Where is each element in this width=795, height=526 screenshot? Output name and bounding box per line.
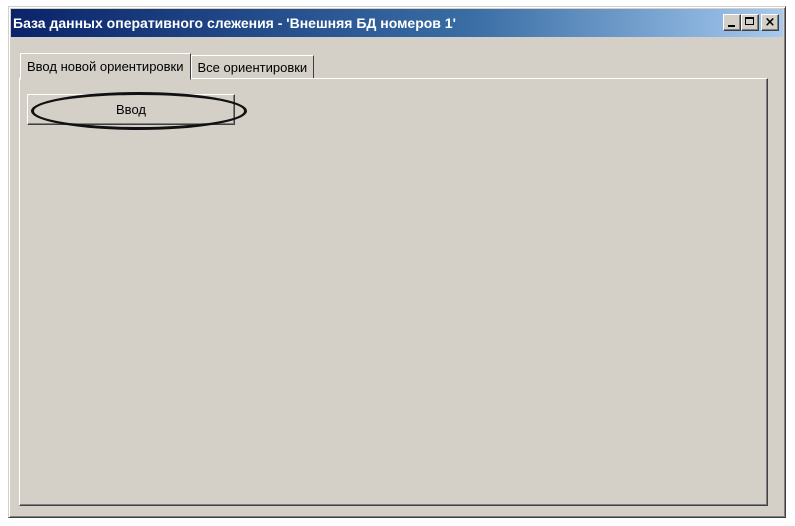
title-bar[interactable]: База данных оперативного слежения - 'Вне… [11,9,783,37]
tab-strip: Ввод новой ориентировки Все ориентировки [20,52,315,80]
maximize-icon [745,17,754,25]
tab-new-alert[interactable]: Ввод новой ориентировки [20,53,191,80]
minimize-button[interactable] [723,14,741,31]
enter-button[interactable]: Ввод [27,94,235,125]
tab-label: Ввод новой ориентировки [27,59,184,74]
close-button[interactable]: × [761,14,779,31]
tab-all-alerts[interactable]: Все ориентировки [190,55,315,79]
tab-label: Все ориентировки [197,60,308,75]
minimize-icon [728,25,735,27]
window-controls: × [723,14,779,31]
maximize-button[interactable] [741,14,759,31]
close-icon: × [764,15,776,30]
window-title: База данных оперативного слежения - 'Вне… [13,15,456,31]
tab-panel [19,78,768,506]
